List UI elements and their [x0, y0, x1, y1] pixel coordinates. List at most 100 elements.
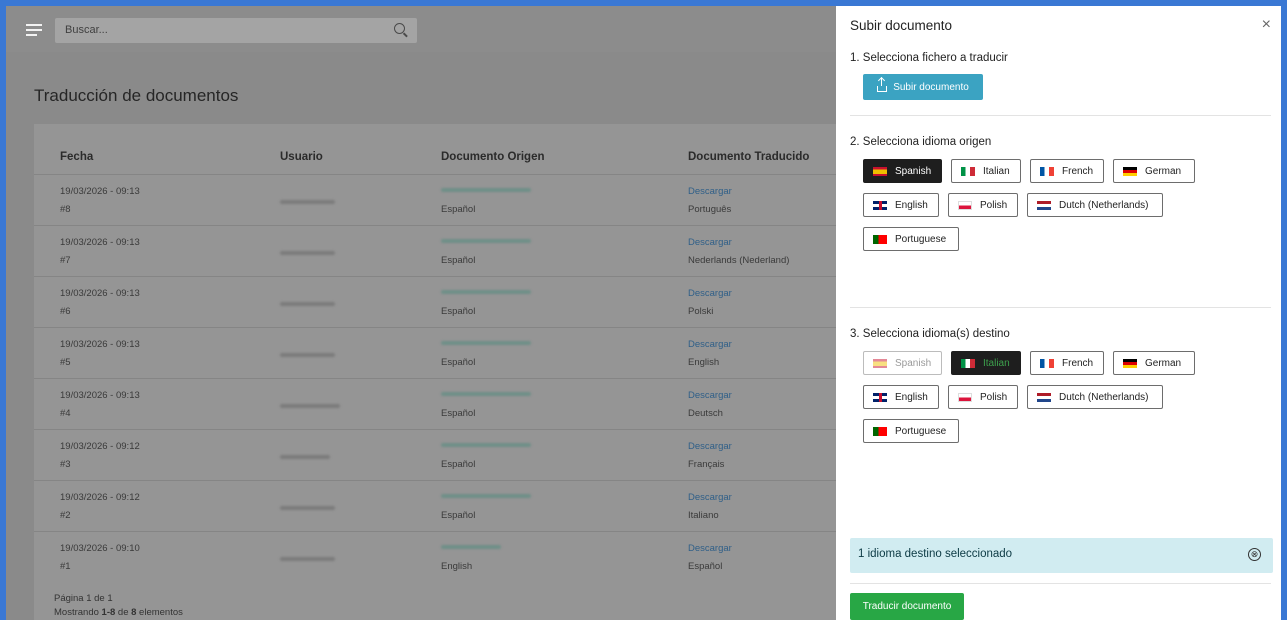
source-lang-german[interactable]: German	[1113, 159, 1195, 183]
menu-icon[interactable]	[26, 24, 42, 36]
user-redacted	[280, 302, 335, 306]
row-id: #7	[60, 255, 71, 266]
lang-label: English	[895, 199, 928, 211]
row-id: #8	[60, 204, 71, 215]
row-target-lang: Español	[688, 561, 723, 572]
row-target-lang: Français	[688, 459, 725, 470]
row-origin-lang: Español	[441, 459, 476, 470]
upload-button-label: Subir documento	[893, 81, 969, 93]
origin-doc-redacted[interactable]	[441, 239, 531, 243]
user-redacted	[280, 455, 330, 459]
lang-label: French	[1062, 357, 1094, 369]
portugal-flag-icon	[873, 426, 887, 436]
row-id: #4	[60, 408, 71, 419]
lang-label: Spanish	[895, 165, 932, 177]
row-date: 19/03/2026 - 09:13	[60, 186, 140, 197]
lang-label: Dutch (Netherlands)	[1059, 199, 1149, 211]
row-id: #6	[60, 306, 71, 317]
lang-label: German	[1145, 357, 1182, 369]
origin-doc-redacted[interactable]	[441, 443, 531, 447]
dismiss-icon[interactable]: ⊗	[1248, 548, 1261, 561]
row-origin-lang: Español	[441, 408, 476, 419]
upload-panel: Subir documento × 1. Selecciona fichero …	[836, 6, 1281, 620]
user-redacted	[280, 200, 335, 204]
source-lang-portuguese[interactable]: Portuguese	[863, 227, 959, 251]
divider	[850, 307, 1271, 308]
lang-label: German	[1145, 165, 1182, 177]
spain-flag-icon	[873, 358, 887, 368]
pagination-info: Página 1 de 1	[54, 593, 113, 604]
download-link[interactable]: Descargar	[688, 390, 732, 401]
download-link[interactable]: Descargar	[688, 441, 732, 452]
selection-info-alert: 1 idioma destino seleccionado ⊗	[850, 538, 1273, 573]
origin-doc-redacted[interactable]	[441, 545, 501, 549]
row-date: 19/03/2026 - 09:12	[60, 441, 140, 452]
germany-flag-icon	[1123, 358, 1137, 368]
target-lang-german[interactable]: German	[1113, 351, 1195, 375]
source-lang-spanish[interactable]: Spanish	[863, 159, 942, 183]
lang-label: Dutch (Netherlands)	[1059, 391, 1149, 403]
origin-doc-redacted[interactable]	[441, 341, 531, 345]
target-lang-english[interactable]: English	[863, 385, 939, 409]
translate-button[interactable]: Traducir documento	[850, 593, 964, 620]
lang-label: Portuguese	[895, 425, 947, 437]
row-target-lang: Deutsch	[688, 408, 723, 419]
divider	[850, 115, 1271, 116]
download-link[interactable]: Descargar	[688, 339, 732, 350]
download-link[interactable]: Descargar	[688, 186, 732, 197]
col-header-traducido: Documento Traducido	[688, 151, 810, 163]
row-id: #1	[60, 561, 71, 572]
download-link[interactable]: Descargar	[688, 543, 732, 554]
search-input[interactable]: Buscar...	[55, 18, 417, 43]
poland-flag-icon	[958, 392, 972, 402]
origin-doc-redacted[interactable]	[441, 188, 531, 192]
row-origin-lang: Español	[441, 510, 476, 521]
download-link[interactable]: Descargar	[688, 288, 732, 299]
source-lang-english[interactable]: English	[863, 193, 939, 217]
france-flag-icon	[1040, 166, 1054, 176]
target-lang-french[interactable]: French	[1030, 351, 1104, 375]
source-lang-dutch-netherlands[interactable]: Dutch (Netherlands)	[1027, 193, 1163, 217]
row-id: #5	[60, 357, 71, 368]
close-icon[interactable]: ×	[1262, 17, 1271, 33]
user-redacted	[280, 353, 335, 357]
search-placeholder: Buscar...	[65, 24, 108, 36]
source-lang-french[interactable]: French	[1030, 159, 1104, 183]
row-target-lang: Português	[688, 204, 732, 215]
target-lang-portuguese[interactable]: Portuguese	[863, 419, 959, 443]
user-redacted	[280, 251, 335, 255]
lang-label: Italian	[983, 357, 1010, 369]
target-lang-spanish[interactable]: Spanish	[863, 351, 942, 375]
origin-doc-redacted[interactable]	[441, 392, 531, 396]
row-date: 19/03/2026 - 09:13	[60, 288, 140, 299]
row-date: 19/03/2026 - 09:13	[60, 339, 140, 350]
row-target-lang: Nederlands (Nederland)	[688, 255, 790, 266]
poland-flag-icon	[958, 200, 972, 210]
netherlands-flag-icon	[1037, 200, 1051, 210]
download-link[interactable]: Descargar	[688, 237, 732, 248]
portugal-flag-icon	[873, 234, 887, 244]
origin-doc-redacted[interactable]	[441, 290, 531, 294]
target-lang-polish[interactable]: Polish	[948, 385, 1018, 409]
uk-flag-icon	[873, 200, 887, 210]
upload-button[interactable]: Subir documento	[863, 74, 983, 100]
spain-flag-icon	[873, 166, 887, 176]
netherlands-flag-icon	[1037, 392, 1051, 402]
target-lang-italian[interactable]: Italian	[951, 351, 1021, 375]
row-target-lang: Italiano	[688, 510, 719, 521]
step2-label: 2. Selecciona idioma origen	[850, 136, 992, 148]
row-origin-lang: Español	[441, 204, 476, 215]
lang-label: Polish	[980, 199, 1008, 211]
download-link[interactable]: Descargar	[688, 492, 732, 503]
search-icon[interactable]	[394, 23, 405, 34]
row-id: #2	[60, 510, 71, 521]
source-lang-polish[interactable]: Polish	[948, 193, 1018, 217]
germany-flag-icon	[1123, 166, 1137, 176]
source-lang-italian[interactable]: Italian	[951, 159, 1021, 183]
target-lang-dutch-netherlands[interactable]: Dutch (Netherlands)	[1027, 385, 1163, 409]
origin-doc-redacted[interactable]	[441, 494, 531, 498]
italy-flag-icon	[961, 358, 975, 368]
col-header-fecha: Fecha	[60, 151, 94, 163]
row-origin-lang: Español	[441, 255, 476, 266]
lang-label: Spanish	[895, 357, 932, 369]
